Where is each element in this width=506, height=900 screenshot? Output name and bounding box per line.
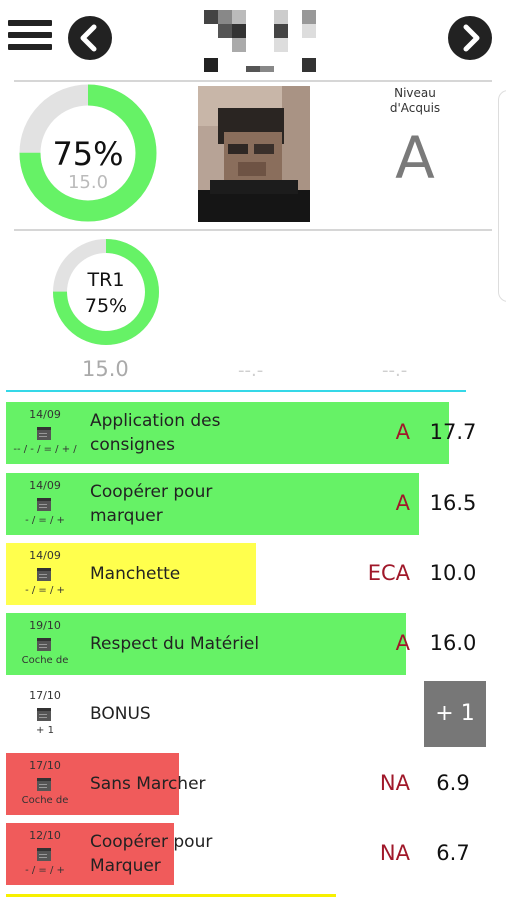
calendar-icon [37,427,51,440]
student-name-pixelated [204,10,318,74]
row-date: 12/10 [29,829,61,842]
row-grade: A [395,631,410,655]
row-marks: -- / - / = / + / [13,444,77,455]
row-date: 14/09 [29,549,61,562]
row-grade: A [395,420,410,444]
row-grade: NA [379,771,410,795]
level-label-line2: d'Acquis [389,101,441,115]
term-score-1: 15.0 [82,357,129,381]
level-label-line1: Niveau [394,86,436,100]
row-marks: - / = / + [25,585,65,596]
row-title-line2: marquer [90,506,163,526]
row-grade: ECA [367,561,410,585]
bonus-button[interactable]: + 1 [424,681,486,747]
row-score: 17.7 [429,420,477,444]
bottom-divider [6,894,336,897]
evaluation-row[interactable]: 12/10 - / = / + Coopérer pour Marquer NA… [0,823,506,887]
row-grade: A [395,491,410,515]
row-title-line1: Respect du Matériel [90,634,260,654]
row-marks: - / = / + [25,865,65,876]
row-marks: Coche de [21,655,69,666]
summary-divider [14,229,492,231]
tr1-percent: 75% [84,295,128,317]
side-panel-tab[interactable] [498,90,506,302]
calendar-icon [37,778,51,791]
level-letter: A [395,124,435,192]
evaluation-row[interactable]: 14/09 - / = / + Manchette ECA 10.0 [0,543,506,607]
overall-progress-donut: 75% 15.0 [18,83,158,223]
row-marks: + 1 [36,725,54,736]
row-marks: Coche de [21,795,69,806]
evaluation-row[interactable]: 14/09 - / = / + Coopérer pour marquer A … [0,473,506,537]
tr1-progress-donut: TR1 75% [51,237,161,347]
row-date: 17/10 [29,759,61,772]
bonus-row[interactable]: 17/10 + 1 BONUS + 1 [0,681,506,747]
row-marks: - / = / + [25,515,65,526]
hamburger-icon[interactable] [8,20,52,54]
calendar-icon [37,498,51,511]
row-title-line1: Manchette [90,564,181,584]
row-title-line1: BONUS [90,704,151,724]
row-date: 17/10 [29,689,61,702]
evaluation-row[interactable]: 17/10 Coche de Sans Marcher NA 6.9 [0,753,506,817]
calendar-icon [37,568,51,581]
chevron-right-icon[interactable] [448,16,492,60]
evaluation-row[interactable]: 19/10 Coche de Respect du Matériel A 16.… [0,613,506,677]
row-title-line2: consignes [90,435,175,455]
row-score: 6.7 [436,841,470,865]
chevron-left-icon[interactable] [68,16,112,60]
overall-percent: 75% [52,135,124,173]
row-score: 10.0 [429,561,477,585]
tr1-label: TR1 [87,269,125,291]
row-score: 6.9 [436,771,470,795]
row-title-line2: Marquer [90,856,161,876]
row-title-line1: Sans Marcher [90,774,206,794]
overall-score-sub: 15.0 [67,172,109,193]
calendar-icon [37,848,51,861]
evaluation-row[interactable]: 14/09 -- / - / = / + / Application des c… [0,402,506,466]
row-title-line1: Application des [90,411,221,431]
header-divider [14,80,492,82]
row-date: 19/10 [29,619,61,632]
row-score: 16.0 [429,631,477,655]
row-date: 14/09 [29,479,61,492]
row-title-line1: Coopérer pour [90,832,213,852]
section-divider [6,390,466,392]
row-date: 14/09 [29,408,61,421]
calendar-icon [37,638,51,651]
level-label: Niveau d'Acquis [370,86,460,116]
row-title-line1: Coopérer pour [90,482,213,502]
term-score-2: --.- [238,360,264,381]
calendar-icon [37,708,51,721]
term-score-3: --.- [382,360,408,381]
student-photo [198,86,310,222]
row-grade: NA [379,841,410,865]
row-score: 16.5 [429,491,477,515]
